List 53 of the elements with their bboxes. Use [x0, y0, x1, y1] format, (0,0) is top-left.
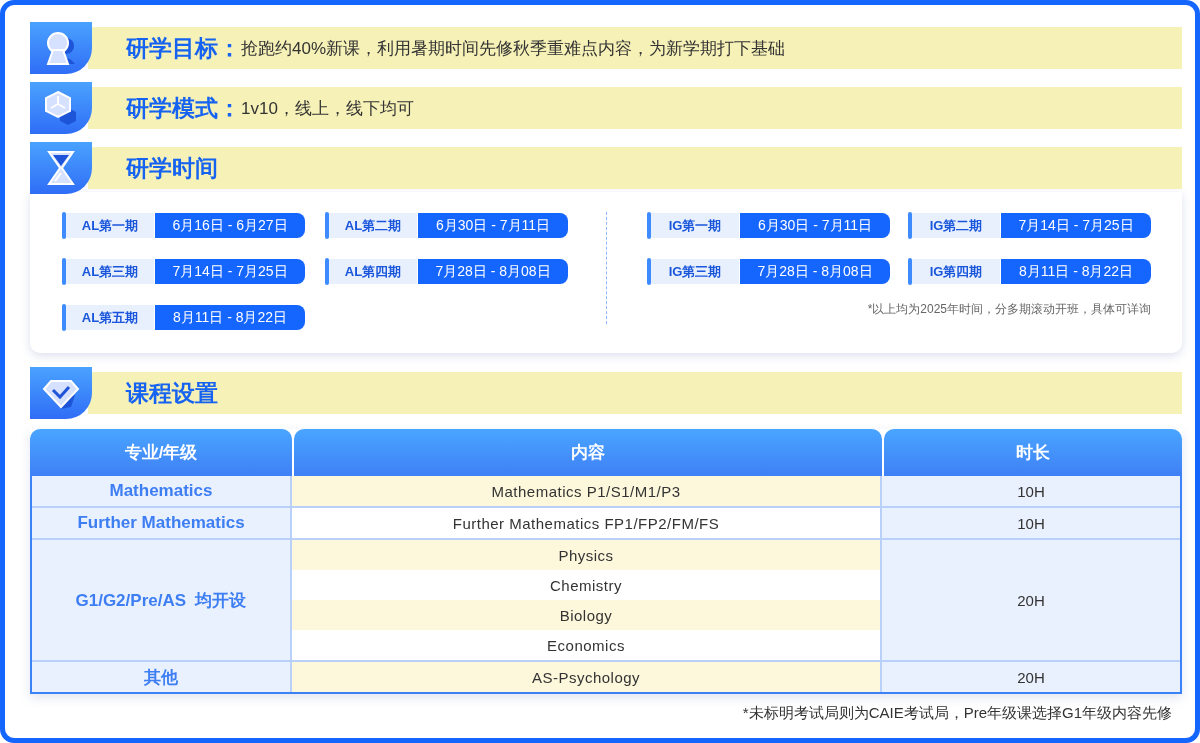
- subject-cell: Further Mathematics: [32, 508, 290, 538]
- accent-bar: [647, 258, 651, 285]
- content-cell: AS-Psychology: [292, 662, 880, 692]
- session-dates: 6月30日 - 7月11日: [740, 213, 890, 238]
- session-dates: 8月11日 - 8月22日: [1001, 259, 1151, 284]
- content-cell: Mathematics P1/S1/M1/P3: [292, 476, 880, 506]
- content-cell: Further Mathematics FP1/FP2/FM/FS: [292, 508, 880, 538]
- section-title: 研学模式：: [126, 93, 241, 123]
- content-cell: Biology: [292, 600, 880, 630]
- session-label: AL第五期: [66, 305, 154, 330]
- content-cell: Physics: [292, 540, 880, 570]
- accent-bar: [647, 212, 651, 239]
- session-dates: 6月30日 - 7月11日: [418, 213, 568, 238]
- session-label: IG第四期: [912, 259, 1000, 284]
- column-header: 专业/年级: [30, 429, 292, 476]
- accent-bar: [325, 212, 329, 239]
- session-label: IG第二期: [912, 213, 1000, 238]
- accent-bar: [62, 258, 66, 285]
- session-label: AL第二期: [329, 213, 417, 238]
- content-cell: Chemistry: [292, 570, 880, 600]
- session-label: IG第一期: [651, 213, 739, 238]
- section-title: 研学时间: [126, 153, 218, 183]
- section-title: 课程设置: [126, 378, 218, 408]
- session-label: AL第四期: [329, 259, 417, 284]
- subject-cell: Mathematics: [32, 476, 290, 506]
- session-label: AL第三期: [66, 259, 154, 284]
- accent-bar: [62, 212, 66, 239]
- session-dates: 6月16日 - 6月27日: [155, 213, 305, 238]
- column-header: 时长: [884, 429, 1182, 476]
- content-cell: Economics: [292, 630, 880, 660]
- session-label: AL第一期: [66, 213, 154, 238]
- accent-bar: [62, 304, 66, 331]
- duration-cell: 20H: [882, 540, 1180, 660]
- accent-bar: [908, 258, 912, 285]
- section-text: 1v10，线上，线下均可: [241, 97, 414, 120]
- footnote: *未标明考试局则为CAIE考试局，Pre年级课选择G1年级内容先修: [742, 704, 1172, 723]
- duration-cell: 10H: [882, 476, 1180, 506]
- column-header: 内容: [294, 429, 882, 476]
- section-title: 研学目标：: [126, 33, 241, 63]
- session-dates: 8月11日 - 8月22日: [155, 305, 305, 330]
- duration-cell: 20H: [882, 662, 1180, 692]
- accent-bar: [908, 212, 912, 239]
- duration-cell: 10H: [882, 508, 1180, 538]
- session-label: IG第三期: [651, 259, 739, 284]
- footnote: *以上均为2025年时间，分多期滚动开班，具体可详询: [867, 301, 1151, 318]
- subject-cell: G1/G2/Pre/AS 均开设: [32, 540, 290, 660]
- session-dates: 7月14日 - 7月25日: [1001, 213, 1151, 238]
- session-dates: 7月28日 - 8月08日: [740, 259, 890, 284]
- session-dates: 7月28日 - 8月08日: [418, 259, 568, 284]
- subject-cell: 其他: [32, 662, 290, 692]
- accent-bar: [325, 258, 329, 285]
- section-text: 抢跑约40%新课，利用暑期时间先修秋季重难点内容，为新学期打下基础: [241, 37, 786, 60]
- session-dates: 7月14日 - 7月25日: [155, 259, 305, 284]
